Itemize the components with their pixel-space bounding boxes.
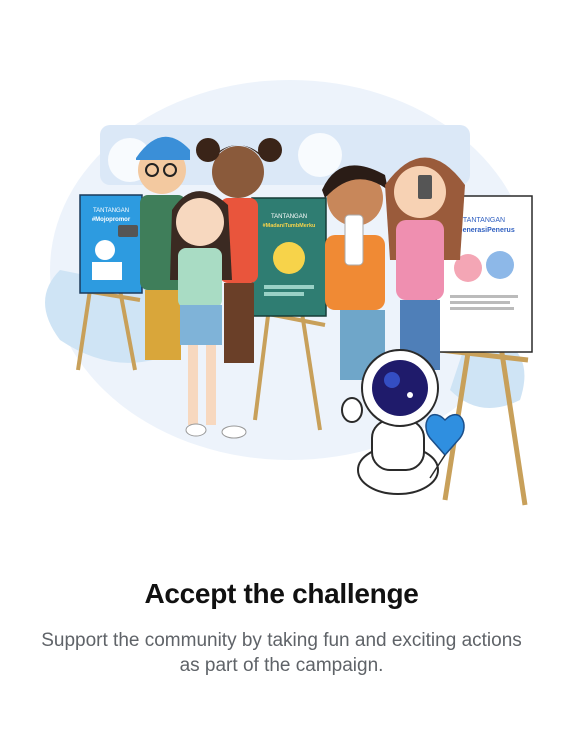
onboarding-title: Accept the challenge [144, 578, 419, 609]
smartphone-icon [418, 175, 432, 199]
onboarding-subtitle: Support the community by taking fun and … [41, 630, 522, 676]
hero-illustration: TANTANGAN #Mojopromor TANTANGAN #MadaniT… [45, 80, 533, 506]
poster-left: TANTANGAN #Mojopromor [79, 194, 143, 294]
poster-left-heading: TANTANGAN [93, 208, 129, 214]
poster-right-hashtag: #GenerasiPenerus [453, 227, 515, 234]
poster-right-heading: TANTANGAN [463, 217, 505, 224]
poster-left-hashtag: #Mojopromor [92, 217, 131, 223]
smartphone-icon [118, 225, 138, 237]
poster-middle: TANTANGAN #MadaniTumbMerku [251, 197, 327, 317]
poster-middle-heading: TANTANGAN [271, 214, 307, 220]
poster-middle-hashtag: #MadaniTumbMerku [263, 223, 316, 229]
